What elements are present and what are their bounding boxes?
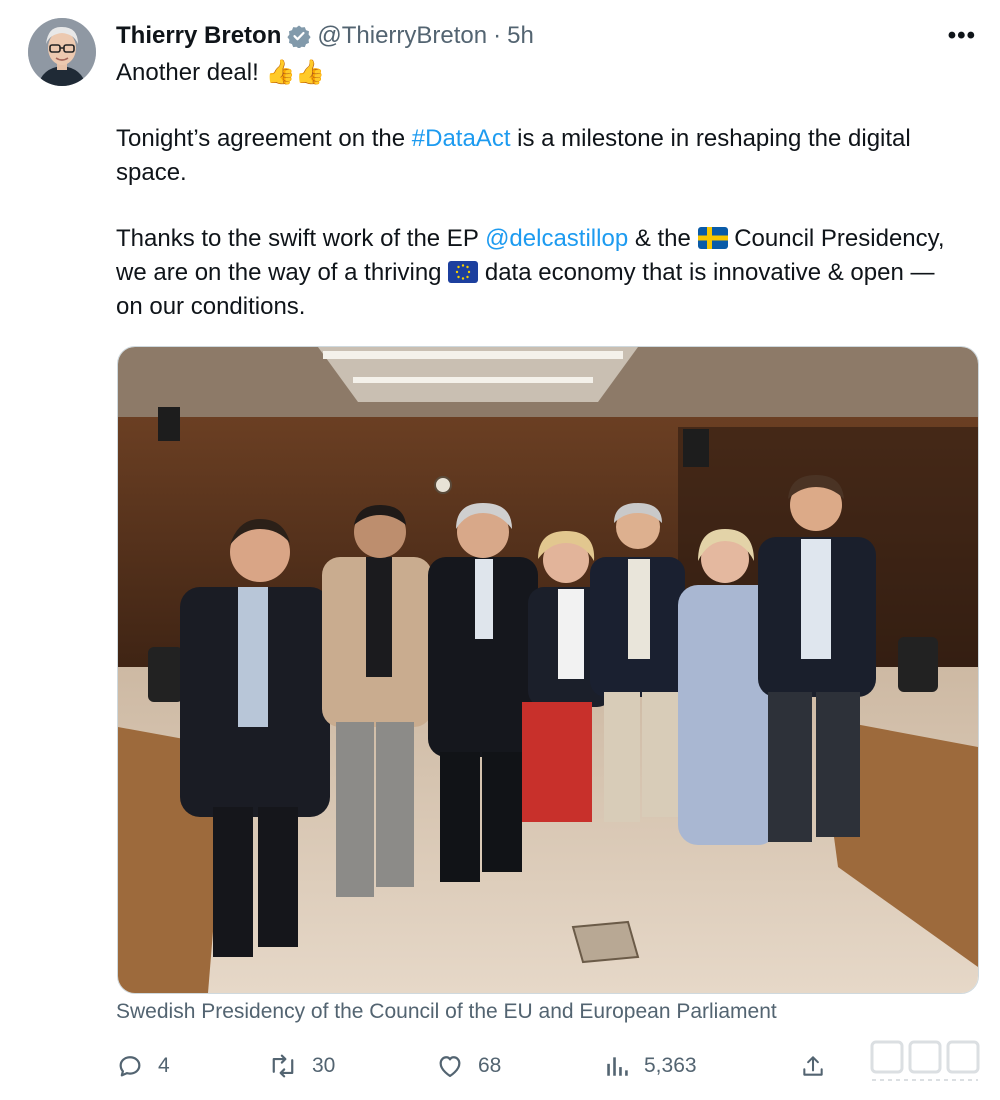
reply-count: 4 — [158, 1054, 170, 1077]
views-icon — [607, 1057, 628, 1076]
paragraph-3-mid: & the — [628, 225, 698, 252]
retweet-icon — [272, 1054, 294, 1078]
text-line-1: Another deal! 👍👍 — [116, 56, 956, 90]
more-icon[interactable]: ••• — [948, 22, 976, 50]
separator-dot: · — [493, 22, 502, 49]
mention-link[interactable]: @delcastillop — [485, 225, 628, 252]
like-count: 68 — [478, 1054, 502, 1077]
group-photo-image — [118, 347, 978, 993]
share-icon — [803, 1056, 823, 1076]
hashtag-link[interactable]: #DataAct — [412, 125, 511, 152]
tweet-header: Thierry Breton @ThierryBreton · 5h — [116, 20, 920, 52]
sweden-flag-icon — [697, 227, 728, 249]
tweet-photo[interactable] — [117, 346, 979, 994]
reply-icon — [119, 1056, 141, 1077]
action-bar: 4 30 68 5,363 — [116, 1046, 836, 1086]
reply-button[interactable]: 4 — [116, 1046, 170, 1086]
thumbs-up-emoji: 👍👍 — [265, 59, 326, 86]
retweet-button[interactable]: 30 — [268, 1046, 335, 1086]
watermark-logo-icon — [870, 1040, 980, 1081]
avatar-image — [28, 18, 96, 86]
text-line-1-words: Another deal! — [116, 59, 259, 86]
author-handle[interactable]: @ThierryBreton — [317, 22, 487, 50]
views-button[interactable]: 5,363 — [604, 1046, 697, 1086]
photo-caption: Swedish Presidency of the Council of the… — [116, 1000, 777, 1023]
timestamp[interactable]: 5h — [507, 22, 534, 50]
tweet-text: Another deal! 👍👍 Tonight’s agreement on … — [116, 56, 956, 324]
text-paragraph-2: Tonight’s agreement on the #DataAct is a… — [116, 122, 956, 190]
share-button[interactable] — [800, 1046, 826, 1086]
like-icon — [439, 1056, 461, 1078]
paragraph-2-start: Tonight’s agreement on the — [116, 125, 412, 152]
avatar[interactable] — [28, 18, 96, 86]
text-paragraph-3: Thanks to the swift work of the EP @delc… — [116, 222, 956, 324]
views-count: 5,363 — [644, 1054, 697, 1077]
paragraph-3-start: Thanks to the swift work of the EP — [116, 225, 486, 252]
retweet-count: 30 — [312, 1054, 336, 1077]
author-name[interactable]: Thierry Breton — [116, 22, 281, 50]
like-button[interactable]: 68 — [436, 1046, 501, 1086]
verified-badge-icon[interactable] — [287, 24, 311, 48]
eu-flag-icon — [448, 261, 479, 283]
